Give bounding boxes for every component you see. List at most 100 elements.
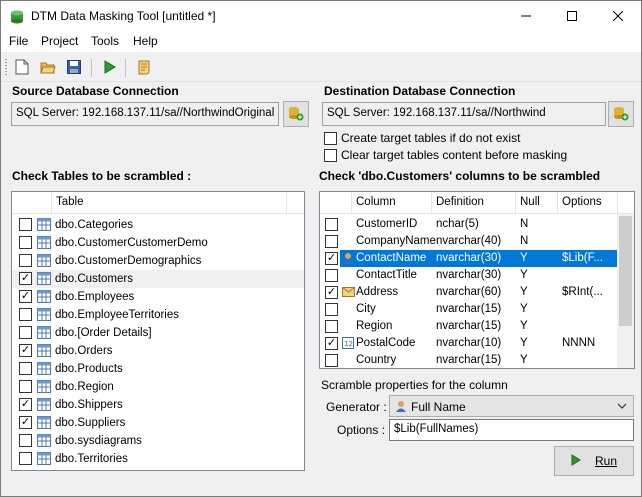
table-checkbox[interactable]: ✓ [19,290,32,303]
clear-tables-option[interactable]: Clear target tables content before maski… [324,148,567,162]
toolbar [1,53,641,82]
table-checkbox[interactable] [19,218,32,231]
header-spacer [12,192,52,214]
table-row[interactable]: ✓ dbo.Shippers [12,396,304,414]
maximize-button[interactable] [549,1,595,31]
table-checkbox[interactable] [19,236,32,249]
table-checkbox[interactable] [19,452,32,465]
column-header-definition[interactable]: Definition [432,192,516,214]
table-column-header[interactable]: Table [52,192,287,214]
run-button[interactable]: Run [554,446,634,476]
column-null: Y [520,337,528,349]
table-row[interactable]: dbo.EmployeeTerritories [12,306,304,324]
column-checkbox[interactable]: ✓ [325,252,338,265]
column-checkbox[interactable]: ✓ [325,286,338,299]
columns-grid[interactable]: Column Definition Null Options CustomerI… [319,191,635,369]
table-row[interactable]: dbo.sysdiagrams [12,432,304,450]
create-tables-option[interactable]: Create target tables if do not exist [324,131,520,145]
clear-tables-checkbox[interactable] [324,148,337,162]
script-icon [136,59,152,78]
run-toolbar-button[interactable] [99,57,121,79]
column-checkbox[interactable] [325,218,338,231]
table-row[interactable]: dbo.[Order Details] [12,324,304,342]
column-row[interactable]: ✓ 12 PostalCode nvarchar(10) Y NNNN [320,335,618,353]
options-label: Options : [337,423,386,437]
column-checkbox[interactable] [325,269,338,282]
column-definition: nvarchar(30) [436,252,502,264]
number-icon: 12 [342,337,354,352]
minimize-button[interactable] [503,1,549,31]
column-row[interactable]: Country nvarchar(15) Y [320,352,618,368]
toolbar-grip [5,59,7,77]
table-checkbox[interactable]: ✓ [19,416,32,429]
column-checkbox[interactable] [325,303,338,316]
column-options: NNNN [562,337,596,349]
menu-tools[interactable]: Tools [91,34,119,48]
column-row[interactable]: CompanyName nvarchar(40) N [320,233,618,251]
table-checkbox[interactable] [19,434,32,447]
row-cells: CompanyName nvarchar(40) N [340,233,618,250]
table-checkbox[interactable]: ✓ [19,272,32,285]
table-checkbox[interactable] [19,254,32,267]
table-row[interactable]: ✓ dbo.Orders [12,342,304,360]
options-input[interactable]: $Lib(FullNames) [389,419,634,441]
column-row[interactable]: ✓ Address nvarchar(60) Y $RInt(... [320,284,618,302]
tables-list-header: Table [12,192,304,214]
column-row[interactable]: CustomerID nchar(5) N [320,216,618,234]
column-checkbox[interactable]: ✓ [325,337,338,350]
table-checkbox[interactable] [19,308,32,321]
toolbar-separator [125,59,126,77]
source-connection-button[interactable] [283,101,309,127]
column-definition: nvarchar(15) [436,354,502,366]
generator-select[interactable]: Full Name [389,395,634,417]
column-row[interactable]: ✓ ContactName nvarchar(30) Y $Lib(F... [320,250,618,268]
column-header-name[interactable]: Column [352,192,432,214]
table-icon [37,398,51,411]
table-checkbox[interactable] [19,326,32,339]
table-row[interactable]: dbo.Region [12,378,304,396]
column-row[interactable]: ContactTitle nvarchar(30) Y [320,267,618,285]
table-row[interactable]: dbo.CustomerDemographics [12,252,304,270]
column-checkbox[interactable] [325,354,338,367]
column-header-options[interactable]: Options [558,192,618,214]
menu-project[interactable]: Project [41,34,78,48]
table-name: dbo.Employees [55,291,135,303]
table-row[interactable]: ✓ dbo.Employees [12,288,304,306]
clear-tables-label: Clear target tables content before maski… [341,148,568,162]
destination-connection-button[interactable] [608,101,634,127]
database-connect-icon [613,105,629,124]
columns-scrollbar-thumb[interactable] [619,216,632,326]
table-checkbox[interactable]: ✓ [19,344,32,357]
table-row[interactable]: dbo.Territories [12,450,304,468]
column-header-null[interactable]: Null [516,192,558,214]
save-button[interactable] [63,57,85,79]
window-title: DTM Data Masking Tool [untitled *] [31,9,216,23]
table-checkbox[interactable] [19,380,32,393]
column-checkbox[interactable] [325,235,338,248]
column-row[interactable]: Region nvarchar(15) Y [320,318,618,336]
table-icon [37,236,51,249]
column-checkbox[interactable] [325,320,338,333]
new-button[interactable] [11,57,33,79]
menu-help[interactable]: Help [133,34,158,48]
columns-scrollbar[interactable] [617,214,634,368]
script-button[interactable] [133,57,155,79]
table-name: dbo.[Order Details] [55,327,152,339]
table-row[interactable]: dbo.Categories [12,216,304,234]
database-connect-icon [288,105,304,124]
table-row[interactable]: ✓ dbo.Suppliers [12,414,304,432]
close-button[interactable] [595,1,641,31]
tables-list[interactable]: Table dbo.Categories dbo.CustomerCustomer… [11,191,305,471]
table-checkbox[interactable] [19,362,32,375]
table-row[interactable]: dbo.Products [12,360,304,378]
new-icon [15,59,29,78]
column-name: CompanyName [356,235,436,247]
table-row[interactable]: dbo.CustomerCustomerDemo [12,234,304,252]
open-button[interactable] [37,57,59,79]
menu-file[interactable]: File [9,34,28,48]
create-tables-checkbox[interactable] [324,131,337,145]
table-icon [37,272,51,285]
table-row[interactable]: ✓ dbo.Customers [12,270,304,288]
table-checkbox[interactable]: ✓ [19,398,32,411]
column-row[interactable]: City nvarchar(15) Y [320,301,618,319]
